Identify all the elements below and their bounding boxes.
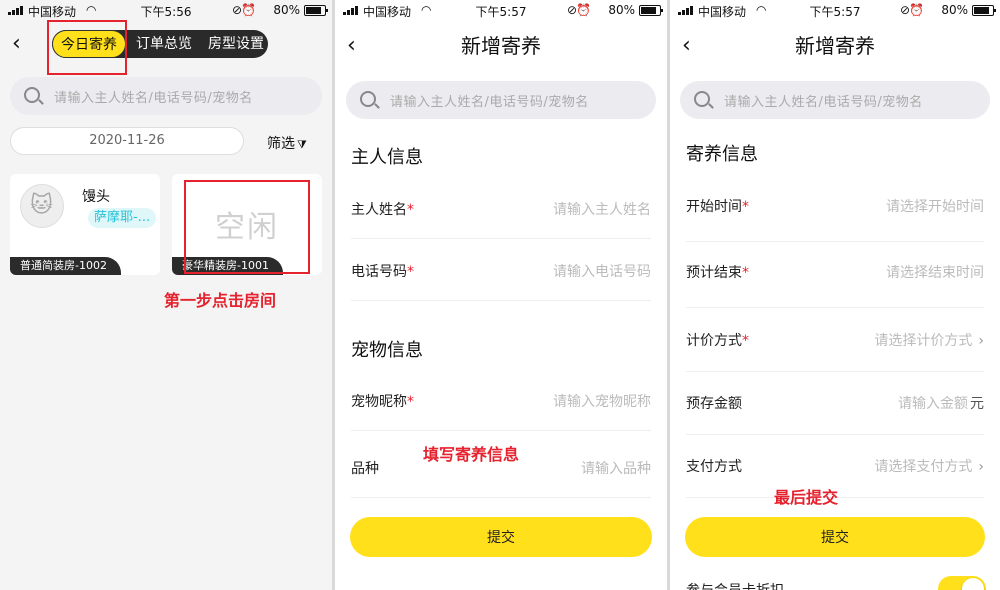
member-discount-label: 参与会员卡折扣 bbox=[686, 580, 784, 590]
search-placeholder: 请输入主人姓名/电话号码/宠物名 bbox=[54, 91, 253, 106]
deposit-input[interactable]: 请输入金额元 bbox=[898, 393, 984, 413]
search-icon bbox=[360, 91, 376, 107]
field-label: 品种 bbox=[351, 461, 379, 477]
panel-add-boarding-owner: 中国移动 ◠ 下午5:57 ⊘ ⏰ 80% ‹ 新增寄养 请输入主人姓名/电话号… bbox=[335, 0, 667, 590]
page-title: 新增寄养 bbox=[461, 34, 541, 58]
member-discount-toggle[interactable] bbox=[938, 576, 986, 590]
pet-name: 馒头 bbox=[82, 189, 110, 205]
battery-icon bbox=[639, 5, 663, 16]
filter-label: 筛选 bbox=[267, 136, 295, 152]
section-boarding-info: 寄养信息 bbox=[686, 144, 758, 165]
chevron-right-icon: › bbox=[978, 333, 984, 349]
search-input[interactable]: 请输入主人姓名/电话号码/宠物名 bbox=[680, 81, 990, 119]
pet-nickname-input[interactable]: 请输入宠物昵称 bbox=[553, 391, 651, 411]
annotation-step1: 第一步点击房间 bbox=[164, 291, 277, 310]
battery-icon bbox=[972, 5, 996, 16]
panel-add-boarding-details: 中国移动 ◠ 下午5:57 ⊘ ⏰ 80% ‹ 新增寄养 请输入主人姓名/电话号… bbox=[670, 0, 1000, 590]
breed-input[interactable]: 请输入品种 bbox=[581, 458, 651, 478]
search-input[interactable]: 请输入主人姓名/电话号码/宠物名 bbox=[10, 77, 322, 115]
field-label: 预计结束* bbox=[686, 265, 749, 281]
status-bar: 中国移动 ◠ 下午5:57 ⊘ ⏰ 80% bbox=[335, 0, 667, 22]
pet-nickname-field[interactable]: 宠物昵称* 请输入宠物昵称 bbox=[351, 371, 651, 431]
phone-field[interactable]: 电话号码* 请输入电话号码 bbox=[351, 241, 651, 301]
pet-avatar bbox=[20, 184, 64, 228]
tab-order-overview[interactable]: 订单总览 bbox=[132, 30, 196, 58]
breed-tag: 萨摩耶-... bbox=[88, 208, 157, 228]
chevron-right-icon: › bbox=[978, 459, 984, 475]
battery-percent: 80% bbox=[608, 3, 635, 17]
field-label: 宠物昵称* bbox=[351, 394, 414, 410]
date-picker[interactable]: 2020-11-26 bbox=[10, 127, 244, 155]
alarm-icon: ⏰ bbox=[909, 3, 924, 17]
section-pet-info: 宠物信息 bbox=[351, 340, 423, 361]
room-label: 普通简装房-1002 bbox=[10, 257, 121, 275]
annotation-step2: 填写寄养信息 bbox=[423, 445, 520, 464]
owner-name-field[interactable]: 主人姓名* 请输入主人姓名 bbox=[351, 179, 651, 239]
search-placeholder: 请输入主人姓名/电话号码/宠物名 bbox=[390, 95, 589, 110]
search-icon bbox=[694, 91, 710, 107]
payment-method-select[interactable]: 请选择支付方式 › bbox=[874, 456, 984, 476]
alarm-icon: ⏰ bbox=[241, 3, 256, 17]
deposit-field[interactable]: 预存金额 请输入金额元 bbox=[686, 373, 984, 435]
annotation-step3: 最后提交 bbox=[774, 488, 839, 507]
end-time-field[interactable]: 预计结束* 请选择结束时间 bbox=[686, 242, 984, 308]
battery-icon bbox=[304, 5, 328, 16]
alarm-icon: ⏰ bbox=[576, 3, 591, 17]
search-input[interactable]: 请输入主人姓名/电话号码/宠物名 bbox=[346, 81, 656, 119]
field-label: 开始时间* bbox=[686, 199, 749, 215]
annotation-box-tab bbox=[47, 20, 127, 75]
submit-button[interactable]: 提交 bbox=[685, 517, 985, 557]
search-placeholder: 请输入主人姓名/电话号码/宠物名 bbox=[724, 95, 923, 110]
tab-room-settings[interactable]: 房型设置 bbox=[204, 30, 268, 58]
owner-name-input[interactable]: 请输入主人姓名 bbox=[553, 199, 651, 219]
pricing-method-select[interactable]: 请选择计价方式 › bbox=[874, 330, 984, 350]
field-label: 主人姓名* bbox=[351, 202, 414, 218]
annotation-box-room bbox=[184, 180, 310, 274]
room-card-1002[interactable]: 馒头 萨摩耶-... 普通简装房-1002 bbox=[10, 174, 160, 275]
end-time-picker[interactable]: 请选择结束时间 bbox=[886, 262, 984, 282]
field-label: 计价方式* bbox=[686, 333, 749, 349]
pricing-method-field[interactable]: 计价方式* 请选择计价方式 › bbox=[686, 310, 984, 372]
battery-percent: 80% bbox=[273, 3, 300, 17]
start-time-field[interactable]: 开始时间* 请选择开始时间 bbox=[686, 176, 984, 242]
search-icon bbox=[24, 87, 40, 103]
page-title: 新增寄养 bbox=[795, 34, 875, 58]
panel-room-list: 中国移动 ◠ 下午5:56 ⊘ ⏰ 80% ‹ 今日寄养 订单总览 房型设置 请… bbox=[0, 0, 332, 590]
start-time-picker[interactable]: 请选择开始时间 bbox=[886, 196, 984, 216]
battery-percent: 80% bbox=[941, 3, 968, 17]
status-bar: 中国移动 ◠ 下午5:56 ⊘ ⏰ 80% bbox=[0, 0, 332, 22]
back-icon[interactable]: ‹ bbox=[12, 33, 21, 55]
field-label: 支付方式 bbox=[686, 459, 742, 475]
phone-input[interactable]: 请输入电话号码 bbox=[553, 261, 651, 281]
submit-button[interactable]: 提交 bbox=[350, 517, 652, 557]
section-owner-info: 主人信息 bbox=[351, 147, 423, 168]
status-bar: 中国移动 ◠ 下午5:57 ⊘ ⏰ 80% bbox=[670, 0, 1000, 22]
filter-icon: ⧩ bbox=[297, 138, 307, 151]
field-label: 电话号码* bbox=[351, 264, 414, 280]
filter-button[interactable]: 筛选 ⧩ bbox=[267, 133, 307, 153]
field-label: 预存金额 bbox=[686, 396, 742, 412]
